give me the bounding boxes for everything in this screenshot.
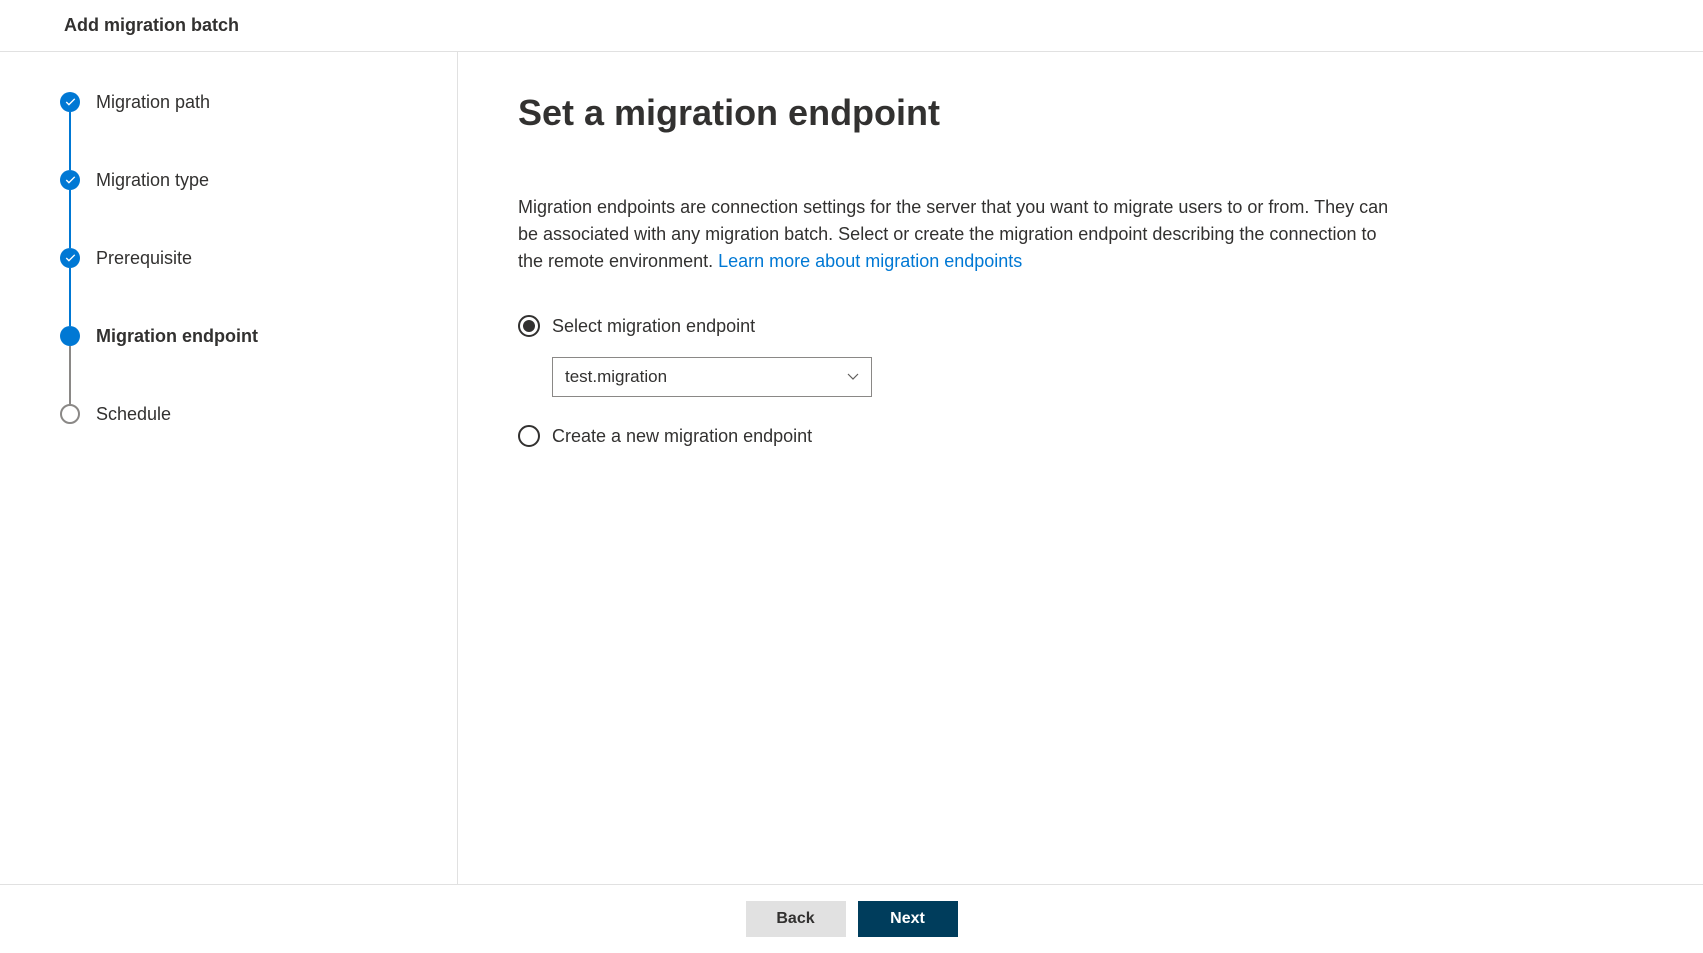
main-container: Migration path Migration type Prerequisi…	[0, 52, 1703, 884]
step-migration-type[interactable]: Migration type	[60, 170, 397, 248]
main-content: Set a migration endpoint Migration endpo…	[458, 52, 1458, 884]
step-label: Schedule	[96, 404, 171, 424]
step-label: Prerequisite	[96, 248, 192, 268]
step-connector	[69, 346, 71, 404]
dropdown-value: test.migration	[565, 367, 667, 387]
check-icon	[60, 92, 80, 112]
select-wrapper: test.migration	[552, 357, 1398, 397]
radio-group: Select migration endpoint test.migration…	[518, 315, 1398, 447]
step-connector	[69, 268, 71, 326]
step-list: Migration path Migration type Prerequisi…	[60, 92, 397, 424]
learn-more-link[interactable]: Learn more about migration endpoints	[718, 251, 1022, 271]
check-icon	[60, 170, 80, 190]
step-connector	[69, 112, 71, 170]
header-title: Add migration batch	[64, 15, 239, 35]
step-migration-endpoint[interactable]: Migration endpoint	[60, 326, 397, 404]
radio-icon[interactable]	[518, 425, 540, 447]
step-schedule[interactable]: Schedule	[60, 404, 397, 424]
back-button[interactable]: Back	[746, 901, 846, 937]
chevron-down-icon	[847, 373, 859, 381]
next-button[interactable]: Next	[858, 901, 958, 937]
footer: Back Next	[0, 884, 1703, 953]
check-icon	[60, 248, 80, 268]
page-title: Set a migration endpoint	[518, 92, 1398, 134]
step-label: Migration path	[96, 92, 210, 112]
description: Migration endpoints are connection setti…	[518, 194, 1398, 275]
step-prerequisite[interactable]: Prerequisite	[60, 248, 397, 326]
current-step-icon	[60, 326, 80, 346]
step-label: Migration type	[96, 170, 209, 190]
page-header: Add migration batch	[0, 0, 1703, 52]
step-label: Migration endpoint	[96, 326, 258, 346]
radio-create-endpoint[interactable]: Create a new migration endpoint	[518, 425, 1398, 447]
step-connector	[69, 190, 71, 248]
step-migration-path[interactable]: Migration path	[60, 92, 397, 170]
radio-label: Select migration endpoint	[552, 316, 755, 337]
endpoint-dropdown[interactable]: test.migration	[552, 357, 872, 397]
pending-step-icon	[60, 404, 80, 424]
radio-select-endpoint[interactable]: Select migration endpoint	[518, 315, 1398, 337]
radio-icon[interactable]	[518, 315, 540, 337]
radio-label: Create a new migration endpoint	[552, 426, 812, 447]
wizard-sidebar: Migration path Migration type Prerequisi…	[0, 52, 458, 884]
